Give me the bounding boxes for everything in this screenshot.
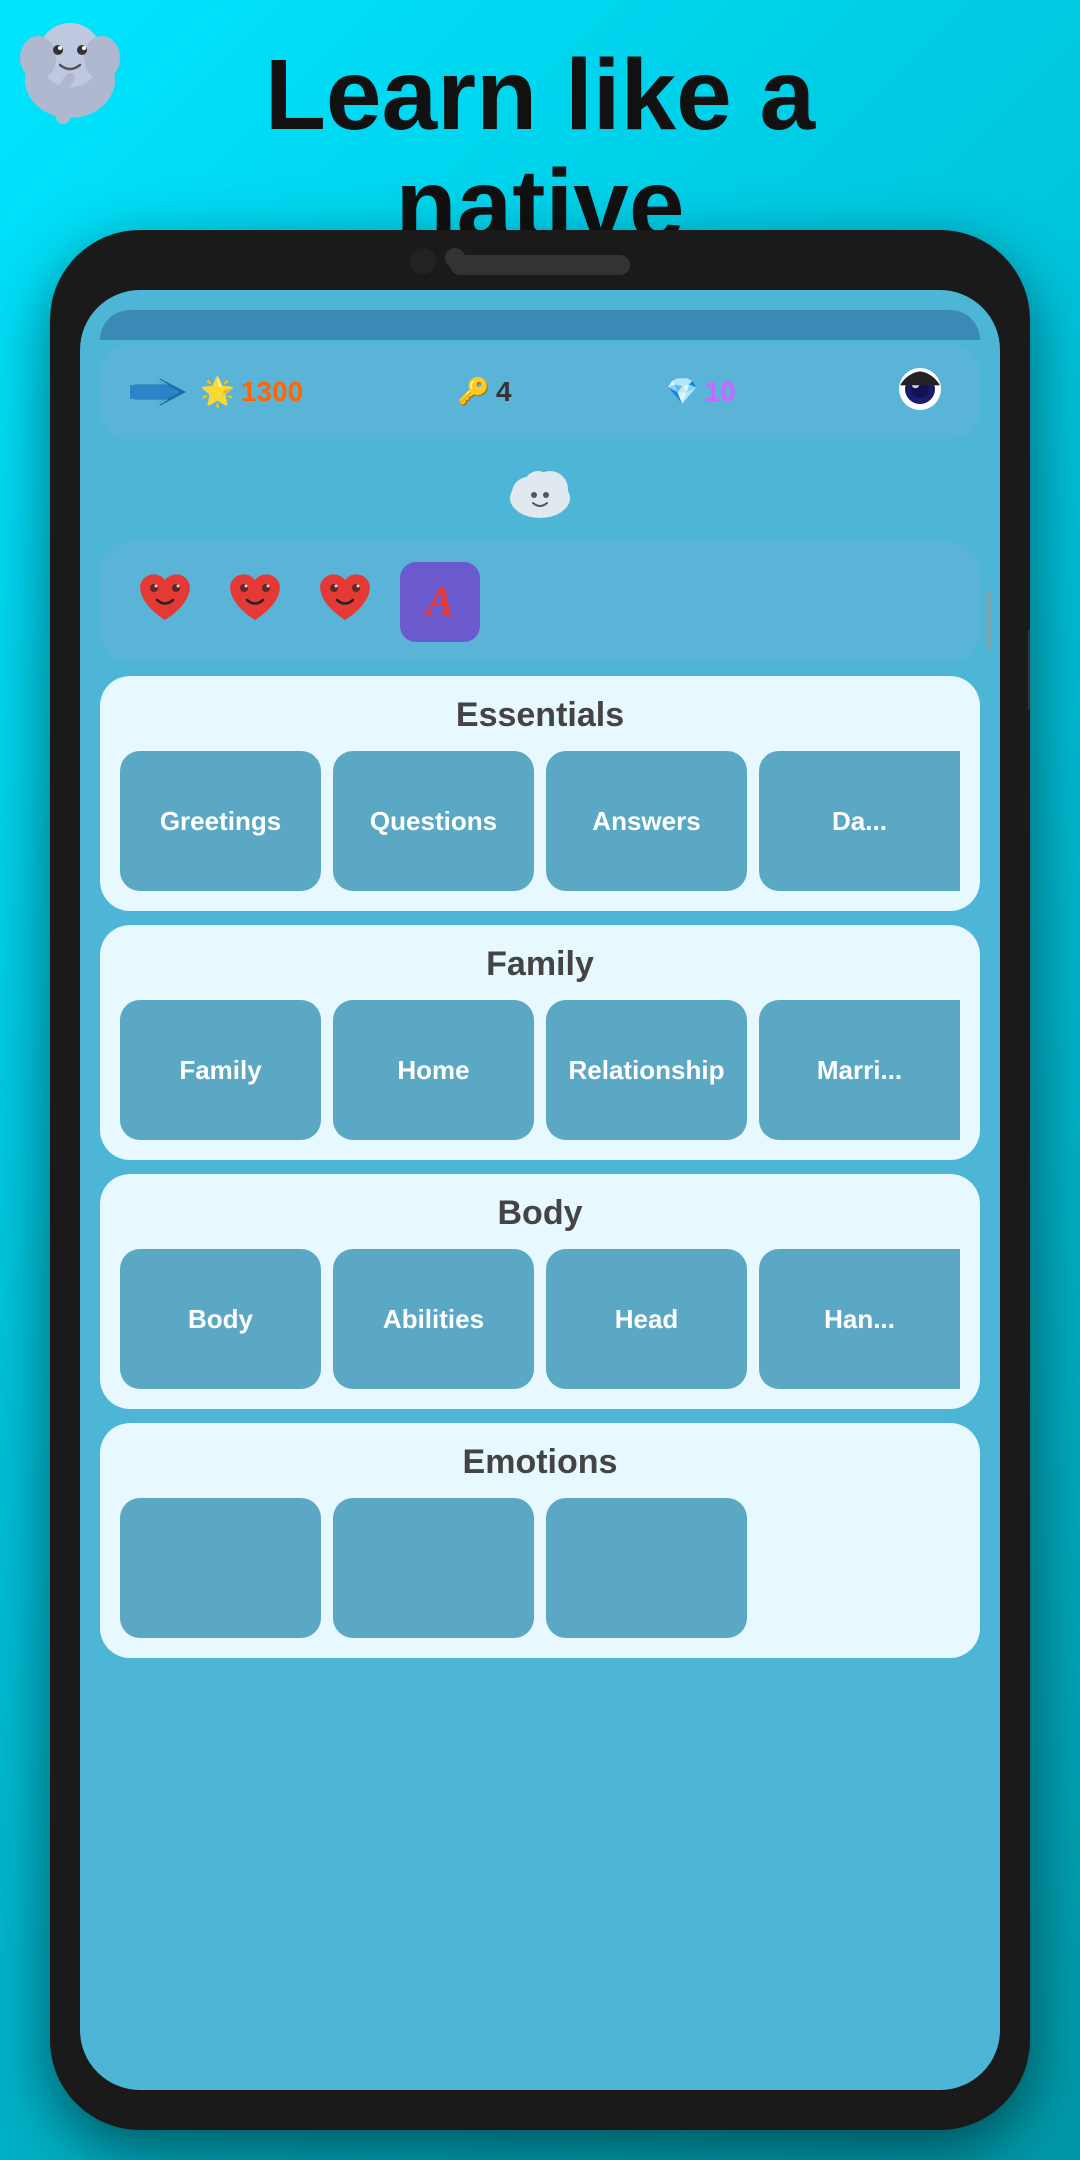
category-body[interactable]: Body (120, 1249, 321, 1389)
answers-label: Answers (592, 806, 700, 837)
gem-score: 💎 10 (666, 376, 736, 408)
arrow-icon (130, 377, 190, 407)
screen-content[interactable]: 🌟 1300 🔑 4 💎 10 (80, 290, 1000, 2090)
family-grid: Family Home Relationship Marri... (120, 1000, 960, 1140)
title-line1: Learn like a (265, 39, 815, 151)
category-emotions-2[interactable] (333, 1498, 534, 1638)
scroll-indicator (986, 590, 992, 650)
cloud-mascot-row (100, 453, 980, 528)
abilities-label: Abilities (383, 1304, 484, 1335)
body-label: Body (188, 1304, 253, 1335)
greetings-label: Greetings (160, 806, 281, 837)
eye-icon (890, 364, 950, 414)
category-emotions-3[interactable] (546, 1498, 747, 1638)
category-family[interactable]: Family (120, 1000, 321, 1140)
questions-label: Questions (370, 806, 497, 837)
eye-container (890, 364, 950, 419)
letter-badge-text: A (426, 578, 454, 626)
relationship-label: Relationship (568, 1055, 724, 1086)
body-grid: Body Abilities Head Han... (120, 1249, 960, 1389)
family-section-title: Family (120, 945, 960, 984)
essentials-grid: Greetings Questions Answers Da... (120, 751, 960, 891)
essentials-title: Essentials (120, 696, 960, 735)
category-head[interactable]: Head (546, 1249, 747, 1389)
score-card: 🌟 1300 🔑 4 💎 10 (100, 344, 980, 439)
phone-camera-left (410, 248, 436, 274)
emotions-grid (120, 1498, 960, 1638)
keys-value: 4 (496, 376, 512, 408)
category-home[interactable]: Home (333, 1000, 534, 1140)
head-label: Head (615, 1304, 679, 1335)
emotions-title: Emotions (120, 1443, 960, 1482)
cloud-mascot-icon (500, 453, 580, 523)
phone-screen: 🌟 1300 🔑 4 💎 10 (80, 290, 1000, 2090)
family-label: Family (179, 1055, 261, 1086)
score-left: 🌟 1300 (130, 375, 303, 408)
category-questions[interactable]: Questions (333, 751, 534, 891)
heart-1 (130, 562, 200, 642)
category-da[interactable]: Da... (759, 751, 960, 891)
essentials-section: Essentials Greetings Questions Answers D… (100, 676, 980, 911)
family-section: Family Family Home Relationship Marri... (100, 925, 980, 1160)
category-marriage[interactable]: Marri... (759, 1000, 960, 1140)
xp-score: 🌟 1300 (200, 375, 303, 408)
gem-icon: 💎 (666, 376, 698, 407)
emotions-section: Emotions (100, 1423, 980, 1658)
heart-3 (310, 562, 380, 642)
category-emotions-1[interactable] (120, 1498, 321, 1638)
hands-label: Han... (824, 1304, 895, 1335)
phone-speaker (450, 255, 630, 275)
category-answers[interactable]: Answers (546, 751, 747, 891)
category-hands[interactable]: Han... (759, 1249, 960, 1389)
status-bar (100, 310, 980, 340)
phone-frame: 🌟 1300 🔑 4 💎 10 (50, 230, 1030, 2130)
heart-2 (220, 562, 290, 642)
category-abilities[interactable]: Abilities (333, 1249, 534, 1389)
gems-value: 10 (704, 376, 735, 408)
body-section-title: Body (120, 1194, 960, 1233)
key-score: 🔑 4 (458, 376, 512, 408)
phone-camera-right (445, 248, 465, 268)
category-relationship[interactable]: Relationship (546, 1000, 747, 1140)
sun-icon: 🌟 (200, 375, 235, 408)
category-greetings[interactable]: Greetings (120, 751, 321, 891)
marriage-label: Marri... (817, 1055, 902, 1086)
da-label: Da... (832, 806, 887, 837)
phone-side-button (1028, 630, 1030, 710)
body-section: Body Body Abilities Head Han... (100, 1174, 980, 1409)
letter-badge[interactable]: A (400, 562, 480, 642)
xp-value: 1300 (241, 376, 303, 408)
header-title: Learn like a native (60, 20, 1020, 260)
hearts-card: A (100, 542, 980, 662)
key-icon: 🔑 (458, 376, 490, 407)
home-label: Home (397, 1055, 469, 1086)
